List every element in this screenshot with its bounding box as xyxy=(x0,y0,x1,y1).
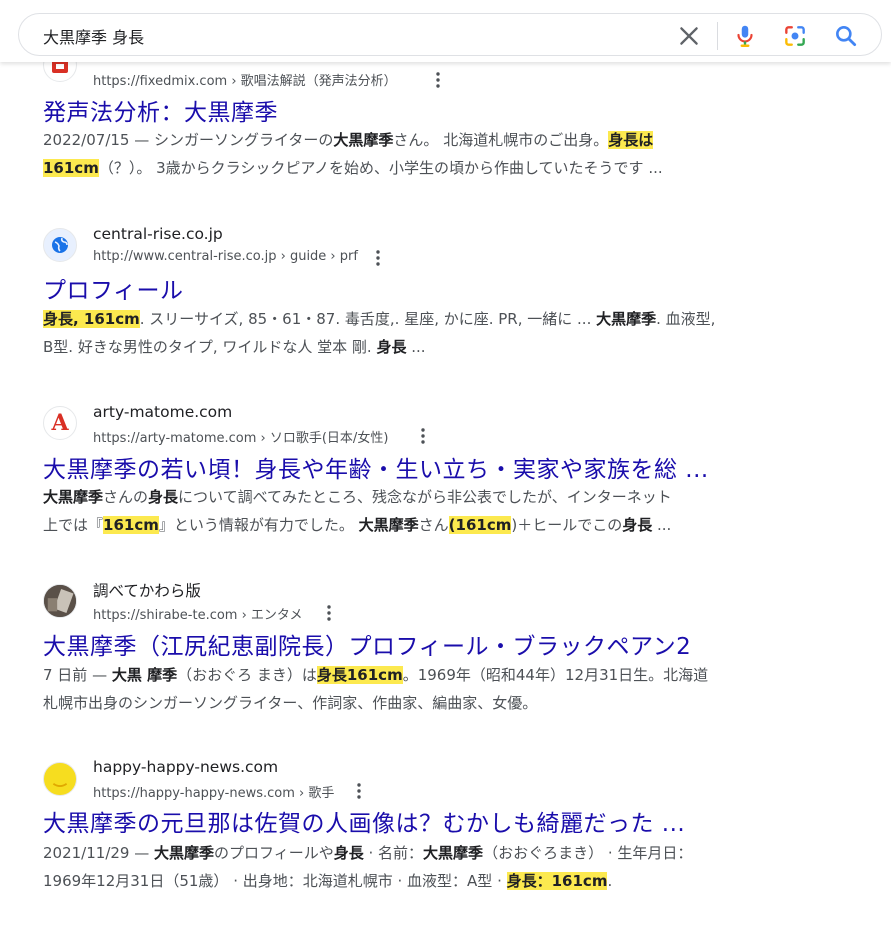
bold-term: 大黒摩季 xyxy=(358,516,419,534)
snippet-line: 161cm（？）。 3歳からクラシックピアノを始め、小学生の頃から作曲していたそ… xyxy=(43,154,803,182)
snippet-text: 1969年12月31日（51歳） · 出身地：北海道札幌市 · 血液型：A型 · xyxy=(43,872,507,890)
bold-term: 大黒摩季 xyxy=(154,844,215,862)
snippet-text: （おおぐろまき） · 生年月日： xyxy=(483,844,693,862)
search-header: 大黒摩季 身長 xyxy=(0,0,891,62)
snippet-text: 2021/11/29 — xyxy=(43,844,154,862)
bold-term: 大黒 摩季 xyxy=(111,666,178,684)
snippet-line: 上では『161cm』という情報が有力でした。 大黒摩季さん(161cm)＋ヒール… xyxy=(43,511,803,539)
globe-icon xyxy=(43,228,77,262)
highlighted-term: 身長161cm xyxy=(316,666,403,684)
snippet-line: 身長, 161cm. スリーサイズ, 85・61・87. 毒舌度,. 星座, か… xyxy=(43,305,803,333)
snippet-text: . xyxy=(607,872,613,890)
snippet-text: ... xyxy=(652,516,672,534)
bold-term: 大黒摩季 xyxy=(423,844,484,862)
happy-news-favicon xyxy=(43,762,77,796)
snippet-text: 上では『 xyxy=(43,516,104,534)
snippet-text: . スリーサイズ, 85・61・87. 毒舌度,. 星座, かに座. PR, 一… xyxy=(139,310,597,328)
result-title-link[interactable]: 大黒摩季（江尻紀恵副院長）プロフィール・ブラックペアン2 xyxy=(43,627,691,661)
snippet-line: 大黒摩季さんの身長について調べてみたところ、残念ながら非公表でしたが、インターネ… xyxy=(43,483,803,511)
snippet-text: . 血液型, xyxy=(656,310,716,328)
snippet-text: について調べてみたところ、残念ながら非公表でしたが、インターネット xyxy=(178,488,672,506)
bold-term: 身長 xyxy=(333,844,364,862)
microphone-icon[interactable] xyxy=(732,23,758,49)
shirabe-te-favicon xyxy=(43,584,77,618)
highlighted-term: (161cm xyxy=(448,516,512,534)
divider xyxy=(717,22,718,50)
snippet-line: B型. 好きな男性のタイプ, ワイルドな人 堂本 剛. 身長 ... xyxy=(43,333,803,361)
clear-icon[interactable] xyxy=(676,23,702,49)
result-url[interactable]: http://www.central-rise.co.jp › guide › … xyxy=(93,249,358,264)
search-input[interactable]: 大黒摩季 身長 xyxy=(43,24,144,48)
result-snippet: 大黒摩季さんの身長について調べてみたところ、残念ながら非公表でしたが、インターネ… xyxy=(43,483,803,539)
snippet-text: 札幌市出身のシンガーソングライター、作詞家、作曲家、編曲家、女優。 xyxy=(43,694,538,712)
result-title-link[interactable]: 大黒摩季の元旦那は佐賀の人画像は？むかしも綺麗だった ... xyxy=(43,804,685,838)
snippet-text: 。1969年（昭和44年）12月31日生。北海道 xyxy=(402,666,709,684)
more-options-icon[interactable] xyxy=(375,248,381,268)
snippet-text: 』という情報が有力でした。 xyxy=(158,516,359,534)
snippet-line: 1969年12月31日（51歳） · 出身地：北海道札幌市 · 血液型：A型 ·… xyxy=(43,867,803,895)
snippet-text: )＋ヒールでこの xyxy=(511,516,623,534)
result-snippet: 7 日前 — 大黒 摩季（おおぐろ まき）は身長161cm。1969年（昭和44… xyxy=(43,661,803,717)
arty-matome-favicon: A xyxy=(43,406,77,440)
result-url[interactable]: https://arty-matome.com › ソロ歌手(日本/女性) xyxy=(93,427,388,446)
bold-term: 身長 xyxy=(148,488,179,506)
result-url[interactable]: https://happy-happy-news.com › 歌手 xyxy=(93,782,334,801)
result-site-name: central-rise.co.jp xyxy=(93,225,223,243)
highlighted-term: 161cm xyxy=(43,159,99,177)
snippet-text: ... xyxy=(406,338,426,356)
snippet-line: 2021/11/29 — 大黒摩季のプロフィールや身長 · 名前：大黒摩季（おお… xyxy=(43,839,803,867)
more-options-icon[interactable] xyxy=(420,426,426,446)
search-box[interactable]: 大黒摩季 身長 xyxy=(18,13,882,56)
snippet-text: さんの xyxy=(103,488,149,506)
snippet-text: B型. 好きな男性のタイプ, ワイルドな人 堂本 剛. xyxy=(43,338,377,356)
result-snippet: 2021/11/29 — 大黒摩季のプロフィールや身長 · 名前：大黒摩季（おお… xyxy=(43,839,803,895)
lens-icon[interactable] xyxy=(782,23,808,49)
search-icon[interactable] xyxy=(833,23,859,49)
more-options-icon[interactable] xyxy=(326,603,332,623)
snippet-line: 札幌市出身のシンガーソングライター、作詞家、作曲家、編曲家、女優。 xyxy=(43,689,803,717)
bold-term: 身長 xyxy=(622,516,653,534)
result-site-name: 調べてかわら版 xyxy=(93,582,201,600)
highlighted-term: 身長：161cm xyxy=(506,872,608,890)
highlighted-term: 161cm xyxy=(103,516,159,534)
snippet-text: （？）。 3歳からクラシックピアノを始め、小学生の頃から作曲していたそうです .… xyxy=(98,159,663,177)
highlighted-term: 身長, 161cm xyxy=(43,310,140,328)
result-title-link[interactable]: 大黒摩季の若い頃！身長や年齢・生い立ち・実家や家族を総 ... xyxy=(43,450,709,484)
result-title-link[interactable]: プロフィール xyxy=(43,271,184,305)
result-url[interactable]: https://shirabe-te.com › エンタメ xyxy=(93,604,303,623)
snippet-text: · 名前： xyxy=(363,844,424,862)
result-site-name: happy-happy-news.com xyxy=(93,758,279,776)
bold-term: 大黒摩季 xyxy=(43,488,104,506)
result-snippet: 身長, 161cm. スリーサイズ, 85・61・87. 毒舌度,. 星座, か… xyxy=(43,305,803,361)
snippet-text: （おおぐろ まき）は xyxy=(177,666,317,684)
snippet-line: 7 日前 — 大黒 摩季（おおぐろ まき）は身長161cm。1969年（昭和44… xyxy=(43,661,803,689)
result-site-name: arty-matome.com xyxy=(93,403,233,421)
more-options-icon[interactable] xyxy=(356,781,362,801)
snippet-text: 7 日前 — xyxy=(43,666,112,684)
bold-term: 身長 xyxy=(376,338,407,356)
snippet-text: のプロフィールや xyxy=(214,844,334,862)
snippet-text: さん xyxy=(418,516,449,534)
bold-term: 大黒摩季 xyxy=(596,310,657,328)
